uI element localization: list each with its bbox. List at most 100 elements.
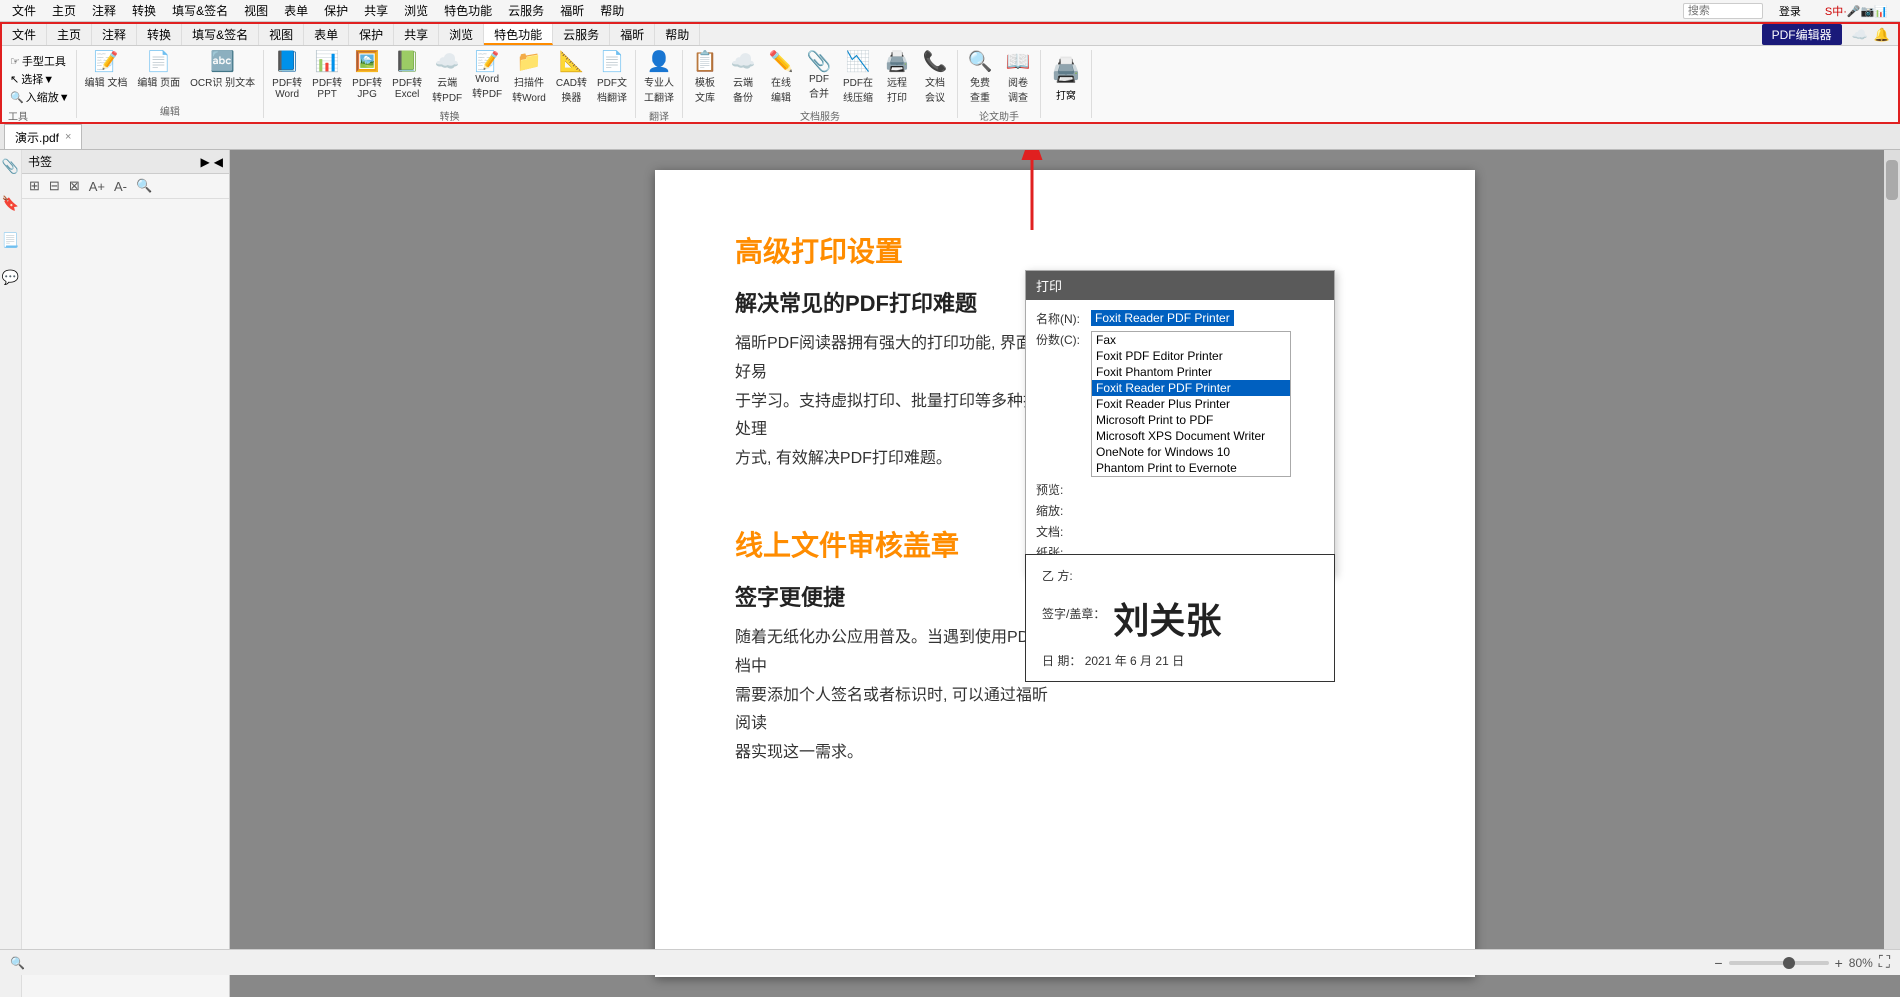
cloud-convert-button[interactable]: ☁️ 云端转PDF: [428, 50, 466, 106]
menu-item-view[interactable]: 视图: [236, 2, 276, 19]
sogou-logo: S中·🎤📷📊: [1817, 3, 1896, 19]
fullscreen-icon[interactable]: ⛶: [1879, 954, 1890, 972]
compress-label: PDF在线压缩: [843, 74, 873, 104]
check-duplicate-button[interactable]: 🔍 免费查重: [962, 50, 998, 106]
menu-item-foxit[interactable]: 福昕: [552, 2, 592, 19]
pdf-to-ppt-button[interactable]: 📊 PDF转PPT: [308, 50, 346, 102]
pdf-to-jpg-button[interactable]: 🖼️ PDF转JPG: [348, 50, 386, 102]
bm-remove-icon[interactable]: ⊟: [46, 177, 63, 195]
login-button[interactable]: 登录: [1771, 3, 1809, 19]
tab-sign[interactable]: 填写&签名: [182, 24, 259, 45]
tab-view[interactable]: 视图: [259, 24, 304, 45]
tab-special[interactable]: 特色功能: [484, 24, 553, 45]
tab-browse[interactable]: 浏览: [439, 24, 484, 45]
scrollbar[interactable]: [1884, 150, 1900, 971]
pdf-viewer[interactable]: 高级打印设置 解决常见的PDF打印难题 福昕PDF阅读器拥有强大的打印功能, 界…: [230, 150, 1900, 997]
cloud-backup-button[interactable]: ☁️ 云端备份: [725, 50, 761, 106]
bookmark-collapse-icon[interactable]: ◀: [214, 155, 223, 169]
print-button[interactable]: 🖨️ 打窝: [1045, 50, 1087, 108]
print-list-phantom-evernote[interactable]: Phantom Print to Evernote: [1092, 460, 1290, 476]
tab-home[interactable]: 主页: [47, 24, 92, 45]
doc-service-label: 文档服务: [800, 108, 840, 123]
notification-icon[interactable]: 🔔: [1874, 27, 1890, 43]
status-page-icon: 🔍: [10, 956, 25, 970]
online-edit-button[interactable]: ✏️ 在线编辑: [763, 50, 799, 106]
menu-item-cloud[interactable]: 云服务: [500, 2, 552, 19]
doc-tab-close[interactable]: ×: [65, 131, 71, 143]
menu-item-special[interactable]: 特色功能: [436, 2, 500, 19]
tab-convert[interactable]: 转换: [137, 24, 182, 45]
bm-font-small-icon[interactable]: A-: [111, 178, 130, 195]
zoom-minus-button[interactable]: −: [1714, 955, 1722, 971]
tab-foxit[interactable]: 福昕: [610, 24, 655, 45]
human-translate-button[interactable]: 👤 专业人工翻译: [640, 50, 678, 106]
edit-doc-button[interactable]: 📝 编辑 文档: [81, 50, 132, 91]
menu-item-convert[interactable]: 转换: [124, 2, 164, 19]
document-tab[interactable]: 演示.pdf ×: [4, 124, 82, 149]
template-lib-button[interactable]: 📋 模板文库: [687, 50, 723, 106]
tab-protect[interactable]: 保护: [349, 24, 394, 45]
print-list-foxit-phantom[interactable]: Foxit Phantom Printer: [1092, 364, 1290, 380]
pages-icon[interactable]: 📃: [2, 232, 19, 249]
bookmark-icon[interactable]: 🔖: [2, 195, 19, 212]
pdf-compress-button[interactable]: 📉 PDF在线压缩: [839, 50, 877, 106]
print-list-foxit-reader[interactable]: Foxit Reader PDF Printer: [1092, 380, 1290, 396]
select-tool-button[interactable]: ↖ 选择▼: [8, 70, 56, 88]
tab-help[interactable]: 帮助: [655, 24, 700, 45]
menu-item-help[interactable]: 帮助: [592, 2, 632, 19]
pdf-merge-button[interactable]: 📎 PDF合并: [801, 50, 837, 102]
select-tool-label: 选择▼: [21, 71, 54, 87]
word-pdf-icon: 📝: [475, 52, 500, 72]
cloud-icon[interactable]: ☁️: [1852, 27, 1868, 43]
menu-item-sign[interactable]: 填写&签名: [164, 2, 236, 19]
scan-to-word-button[interactable]: 📁 扫描件转Word: [508, 50, 550, 106]
bm-add-icon[interactable]: ⊞: [26, 177, 43, 195]
cad-convert-button[interactable]: 📐 CAD转换器: [552, 50, 591, 106]
menu-item-share[interactable]: 共享: [356, 2, 396, 19]
tab-annotation[interactable]: 注释: [92, 24, 137, 45]
bookmark-expand-icon[interactable]: ▶: [201, 155, 210, 169]
ocr-button[interactable]: 🔤 OCR识 别文本: [186, 50, 259, 91]
edit-page-button[interactable]: 📄 编辑 页面: [133, 50, 184, 91]
search-input[interactable]: [1683, 3, 1763, 19]
print-list-ms-pdf[interactable]: Microsoft Print to PDF: [1092, 412, 1290, 428]
comments-icon[interactable]: 💬: [2, 269, 19, 286]
hand-tool-button[interactable]: ☞ 手型工具: [8, 52, 68, 70]
word-to-pdf-button[interactable]: 📝 Word转PDF: [468, 50, 506, 102]
section2: 线上文件审核盖章 签字更便捷 随着无纸化办公应用普及。当遇到使用PDF文档中 需…: [735, 524, 1395, 778]
attachment-icon[interactable]: 📎: [2, 158, 19, 175]
pdf-translate-button[interactable]: 📄 PDF文档翻译: [593, 50, 631, 106]
print-list-foxit-plus[interactable]: Foxit Reader Plus Printer: [1092, 396, 1290, 412]
read-survey-button[interactable]: 📖 阅卷调查: [1000, 50, 1036, 106]
merge-icon: 📎: [807, 52, 832, 72]
print-list-ms-xps[interactable]: Microsoft XPS Document Writer: [1092, 428, 1290, 444]
menu-item-home[interactable]: 主页: [44, 2, 84, 19]
zoom-tool-button[interactable]: 🔍 入缩放▼: [8, 88, 72, 106]
bm-font-large-icon[interactable]: A+: [86, 178, 108, 195]
zoom-thumb[interactable]: [1783, 957, 1795, 969]
zoom-slider[interactable]: [1729, 961, 1829, 965]
section1: 高级打印设置 解决常见的PDF打印难题 福昕PDF阅读器拥有强大的打印功能, 界…: [735, 230, 1395, 484]
menu-item-annotation[interactable]: 注释: [84, 2, 124, 19]
print-list-foxit-editor[interactable]: Foxit PDF Editor Printer: [1092, 348, 1290, 364]
tab-share[interactable]: 共享: [394, 24, 439, 45]
edit-page-icon: 📄: [146, 52, 171, 72]
print-list-onenote[interactable]: OneNote for Windows 10: [1092, 444, 1290, 460]
tab-file[interactable]: 文件: [2, 24, 47, 45]
tab-cloud[interactable]: 云服务: [553, 24, 610, 45]
menu-item-protect[interactable]: 保护: [316, 2, 356, 19]
menu-item-form[interactable]: 表单: [276, 2, 316, 19]
zoom-plus-button[interactable]: +: [1835, 955, 1843, 971]
menu-item-browse[interactable]: 浏览: [396, 2, 436, 19]
print-list-fax[interactable]: Fax: [1092, 332, 1290, 348]
bm-edit-icon[interactable]: ⊠: [66, 177, 83, 195]
bm-search-icon[interactable]: 🔍: [133, 177, 155, 195]
pdf-editor-button[interactable]: PDF编辑器: [1762, 24, 1842, 45]
menu-item-file[interactable]: 文件: [4, 2, 44, 19]
tab-form[interactable]: 表单: [304, 24, 349, 45]
remote-print-button[interactable]: 🖨️ 远程打印: [879, 50, 915, 106]
pdf-to-word-button[interactable]: 📘 PDF转Word: [268, 50, 306, 102]
doc-meeting-button[interactable]: 📞 文档会议: [917, 50, 953, 106]
pdf-to-excel-button[interactable]: 📗 PDF转Excel: [388, 50, 426, 102]
ribbon-tabs: 文件 主页 注释 转换 填写&签名 视图 表单 保护 共享 浏览 特色功能 云服…: [2, 24, 1898, 46]
